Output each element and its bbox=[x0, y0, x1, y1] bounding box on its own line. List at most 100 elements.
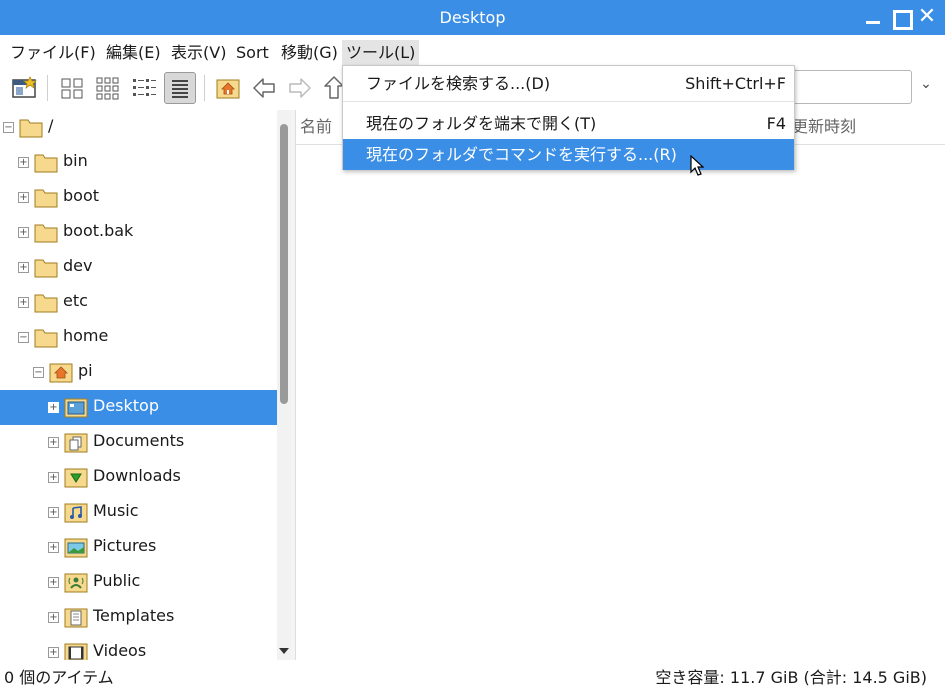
tree-item-boot-bak[interactable]: + boot.bak bbox=[0, 215, 277, 250]
menu-separator bbox=[343, 101, 794, 102]
collapse-icon[interactable]: − bbox=[33, 367, 44, 378]
tree-item-documents[interactable]: + Documents bbox=[0, 425, 277, 460]
back-arrow-icon[interactable] bbox=[248, 72, 280, 104]
folder-icon bbox=[34, 329, 58, 348]
thumbnail-view-icon[interactable] bbox=[92, 72, 124, 104]
public-folder-icon bbox=[64, 573, 88, 593]
tree-item-public[interactable]: + Public bbox=[0, 565, 277, 600]
menu-item-run-command[interactable]: 現在のフォルダでコマンドを実行する...(R) bbox=[343, 139, 794, 170]
pictures-folder-icon bbox=[64, 538, 88, 558]
tree-label: boot bbox=[63, 186, 100, 205]
tree-item-templates[interactable]: + Templates bbox=[0, 600, 277, 635]
tree-label: Desktop bbox=[93, 396, 159, 415]
file-list[interactable]: 名前 更新時刻 bbox=[296, 110, 945, 660]
new-window-icon[interactable] bbox=[8, 72, 40, 104]
tree-item-desktop[interactable]: + Desktop bbox=[0, 390, 277, 425]
menu-item-label: 現在のフォルダを端末で開く(T) bbox=[366, 114, 597, 133]
tree-item-pi[interactable]: − pi bbox=[0, 355, 277, 390]
menu-item-shortcut: Shift+Ctrl+F bbox=[685, 74, 786, 93]
mouse-cursor-icon bbox=[690, 155, 704, 176]
compact-view-icon[interactable] bbox=[128, 72, 160, 104]
tree-label: Pictures bbox=[93, 536, 157, 555]
title-bar: Desktop ✕ bbox=[0, 0, 945, 35]
tree-label: home bbox=[63, 326, 109, 345]
maximize-icon[interactable] bbox=[889, 6, 913, 30]
menu-go[interactable]: 移動(G) bbox=[277, 40, 342, 66]
expand-icon[interactable]: + bbox=[18, 227, 29, 238]
collapse-icon[interactable]: − bbox=[18, 332, 29, 343]
menu-bar: ファイル(F) 編集(E) 表示(V) Sort 移動(G) ツール(L) bbox=[0, 35, 945, 66]
home-icon[interactable] bbox=[212, 72, 244, 104]
toolbar-separator bbox=[204, 75, 205, 101]
folder-icon bbox=[19, 119, 43, 138]
menu-tools[interactable]: ツール(L) bbox=[342, 40, 420, 66]
documents-folder-icon bbox=[64, 433, 88, 453]
close-icon[interactable]: ✕ bbox=[916, 6, 938, 28]
toolbar-separator bbox=[47, 75, 48, 101]
tree-label: etc bbox=[63, 291, 88, 310]
forward-arrow-icon[interactable] bbox=[284, 72, 316, 104]
menu-item-label: 現在のフォルダでコマンドを実行する...(R) bbox=[366, 145, 677, 164]
menu-sort[interactable]: Sort bbox=[232, 40, 273, 66]
directory-tree: − / + bin + boot + boot.bak + dev + etc … bbox=[0, 110, 277, 660]
tree-item-boot[interactable]: + boot bbox=[0, 180, 277, 215]
folder-icon bbox=[34, 224, 58, 243]
desktop-folder-icon bbox=[64, 398, 88, 418]
expand-icon[interactable]: + bbox=[48, 472, 59, 483]
expand-icon[interactable]: + bbox=[48, 437, 59, 448]
icon-view-icon[interactable] bbox=[56, 72, 88, 104]
menu-edit[interactable]: 編集(E) bbox=[102, 40, 165, 66]
tree-item-bin[interactable]: + bin bbox=[0, 145, 277, 180]
tree-label: dev bbox=[63, 256, 93, 275]
tree-item-videos[interactable]: + Videos bbox=[0, 635, 277, 660]
column-header-name[interactable]: 名前 bbox=[296, 110, 332, 144]
free-space: 空き容量: 11.7 GiB (合計: 14.5 GiB) bbox=[655, 668, 927, 687]
tree-label: Public bbox=[93, 571, 141, 590]
tree-label: Videos bbox=[93, 641, 147, 660]
expand-icon[interactable]: + bbox=[48, 577, 59, 588]
expand-icon[interactable]: + bbox=[48, 507, 59, 518]
menu-item-open-terminal[interactable]: 現在のフォルダを端末で開く(T) F4 bbox=[343, 108, 794, 139]
tree-item-dev[interactable]: + dev bbox=[0, 250, 277, 285]
tree-item-root[interactable]: − / bbox=[0, 110, 277, 145]
minimize-icon[interactable] bbox=[862, 6, 884, 28]
expand-icon[interactable]: + bbox=[48, 647, 59, 658]
expand-icon[interactable]: + bbox=[48, 402, 59, 413]
menu-item-shortcut: F4 bbox=[766, 114, 786, 133]
folder-icon bbox=[34, 259, 58, 278]
scrollbar-thumb[interactable] bbox=[280, 124, 288, 404]
window-title: Desktop bbox=[439, 8, 506, 27]
tree-item-etc[interactable]: + etc bbox=[0, 285, 277, 320]
tree-item-pictures[interactable]: + Pictures bbox=[0, 530, 277, 565]
tree-scrollbar[interactable] bbox=[277, 110, 291, 660]
expand-icon[interactable]: + bbox=[18, 192, 29, 203]
column-header-modified[interactable]: 更新時刻 bbox=[788, 110, 856, 144]
expand-icon[interactable]: + bbox=[18, 297, 29, 308]
menu-item-label: ファイルを検索する...(D) bbox=[366, 74, 551, 93]
tree-label: Music bbox=[93, 501, 139, 520]
menu-file[interactable]: ファイル(F) bbox=[6, 40, 100, 66]
tree-item-home[interactable]: − home bbox=[0, 320, 277, 355]
music-folder-icon bbox=[64, 503, 88, 523]
tree-label: boot.bak bbox=[63, 221, 134, 240]
expand-icon[interactable]: + bbox=[48, 612, 59, 623]
scroll-down-arrow-icon[interactable] bbox=[279, 648, 289, 654]
expand-icon[interactable]: + bbox=[18, 157, 29, 168]
path-input[interactable] bbox=[792, 70, 912, 104]
templates-folder-icon bbox=[64, 608, 88, 628]
home-folder-icon bbox=[49, 363, 73, 383]
detailed-list-view-icon[interactable] bbox=[164, 72, 196, 104]
expand-icon[interactable]: + bbox=[18, 262, 29, 273]
tree-label: / bbox=[48, 116, 54, 135]
tree-label: pi bbox=[78, 361, 93, 380]
collapse-icon[interactable]: − bbox=[3, 122, 14, 133]
tree-item-downloads[interactable]: + Downloads bbox=[0, 460, 277, 495]
item-count: 0 個のアイテム bbox=[4, 668, 114, 687]
tools-menu-dropdown: ファイルを検索する...(D) Shift+Ctrl+F 現在のフォルダを端末で… bbox=[342, 65, 795, 170]
tree-item-music[interactable]: + Music bbox=[0, 495, 277, 530]
menu-item-find-files[interactable]: ファイルを検索する...(D) Shift+Ctrl+F bbox=[343, 68, 794, 99]
menu-view[interactable]: 表示(V) bbox=[167, 40, 230, 66]
folder-icon bbox=[34, 189, 58, 208]
expand-icon[interactable]: + bbox=[48, 542, 59, 553]
chevron-down-icon[interactable]: ⌄ bbox=[914, 76, 938, 98]
